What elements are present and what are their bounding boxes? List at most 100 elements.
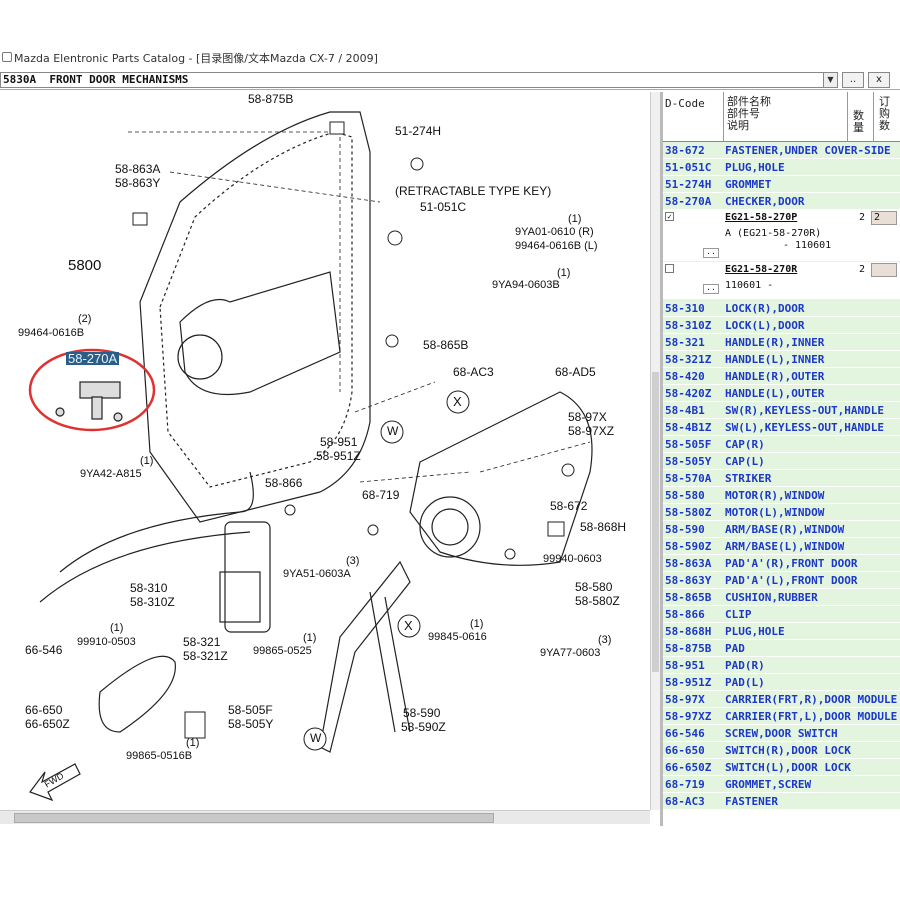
part-number-row[interactable]: EG21-58-270R 2 110601 - ..	[663, 262, 900, 300]
callout-9ya01-0610[interactable]: 9YA01-0610 (R)	[515, 226, 594, 239]
chevron-down-icon[interactable]: ▼	[823, 73, 837, 87]
table-row[interactable]: 58-580Z MOTOR(L),WINDOW	[663, 504, 900, 521]
table-row[interactable]: 58-321 HANDLE(R),INNER	[663, 334, 900, 351]
table-row[interactable]: 58-570A STRIKER	[663, 470, 900, 487]
order-qty-input[interactable]: 2	[871, 211, 897, 225]
table-row-selected[interactable]: 58-270A CHECKER,DOOR	[663, 193, 900, 210]
nav-button[interactable]: ..	[842, 72, 864, 88]
callout-58-865b[interactable]: 58-865B	[423, 339, 468, 352]
callout-58-590[interactable]: 58-590	[403, 707, 440, 720]
callout-58-310[interactable]: 58-310	[130, 582, 167, 595]
parts-diagram[interactable]: 58-875B 51-274H 58-863A 58-863Y (RETRACT…	[0, 92, 650, 810]
table-row[interactable]: 58-590 ARM/BASE(R),WINDOW	[663, 521, 900, 538]
order-qty-input[interactable]	[871, 263, 897, 277]
select-checkbox[interactable]	[665, 264, 674, 273]
callout-qty: (1)	[303, 632, 317, 644]
table-row[interactable]: 58-951 PAD(R)	[663, 657, 900, 674]
select-checkbox[interactable]: ✓	[665, 212, 674, 221]
callout-58-505y[interactable]: 58-505Y	[228, 718, 273, 731]
table-row[interactable]: 58-420 HANDLE(R),OUTER	[663, 368, 900, 385]
scrollbar-thumb[interactable]	[652, 372, 659, 672]
callout-68-719[interactable]: 68-719	[362, 489, 399, 502]
callout-58-97x[interactable]: 58-97X	[568, 411, 607, 424]
callout-58-951[interactable]: 58-951	[320, 436, 357, 449]
diagram-vertical-scrollbar[interactable]	[650, 92, 660, 810]
callout-99865-0525[interactable]: 99865-0525	[253, 645, 312, 658]
callout-58-580[interactable]: 58-580	[575, 581, 612, 594]
callout-58-310z[interactable]: 58-310Z	[130, 596, 175, 609]
callout-9ya94-0603b[interactable]: 9YA94-0603B	[492, 279, 560, 292]
table-row[interactable]: 58-97XZ CARRIER(FRT,L),DOOR MODULE	[663, 708, 900, 725]
callout-58-863a[interactable]: 58-863A	[115, 163, 160, 176]
table-row[interactable]: 58-4B1Z SW(L),KEYLESS-OUT,HANDLE	[663, 419, 900, 436]
table-row[interactable]: 58-590Z ARM/BASE(L),WINDOW	[663, 538, 900, 555]
callout-58-866[interactable]: 58-866	[265, 477, 302, 490]
callout-58-97xz[interactable]: 58-97XZ	[568, 425, 614, 438]
callout-qty: (1)	[470, 618, 484, 630]
table-row[interactable]: 58-97X CARRIER(FRT,R),DOOR MODULE	[663, 691, 900, 708]
callout-58-321z[interactable]: 58-321Z	[183, 650, 228, 663]
callout-99865-0516b[interactable]: 99865-0516B	[126, 750, 192, 763]
table-row[interactable]: 58-866 CLIP	[663, 606, 900, 623]
close-button[interactable]: x	[868, 72, 890, 88]
table-row[interactable]: 58-863Y PAD'A'(L),FRONT DOOR	[663, 572, 900, 589]
callout-99464-0616b[interactable]: 99464-0616B	[18, 327, 84, 340]
table-row[interactable]: 58-505Y CAP(L)	[663, 453, 900, 470]
marker-x: X	[404, 618, 413, 633]
table-row[interactable]: 58-580 MOTOR(R),WINDOW	[663, 487, 900, 504]
callout-58-580z[interactable]: 58-580Z	[575, 595, 620, 608]
callout-51-051c[interactable]: 51-051C	[420, 201, 466, 214]
table-row[interactable]: 66-650Z SWITCH(L),DOOR LOCK	[663, 759, 900, 776]
table-row[interactable]: 58-321Z HANDLE(L),INNER	[663, 351, 900, 368]
table-row[interactable]: 58-420Z HANDLE(L),OUTER	[663, 385, 900, 402]
callout-9ya77-0603[interactable]: 9YA77-0603	[540, 647, 600, 660]
more-button[interactable]: ..	[703, 248, 719, 258]
more-button[interactable]: ..	[703, 284, 719, 294]
callout-68-ad5[interactable]: 68-AD5	[555, 366, 596, 379]
callout-99464-0616b-l[interactable]: 99464-0616B (L)	[515, 240, 598, 253]
table-row[interactable]: 51-274H GROMMET	[663, 176, 900, 193]
callout-58-321[interactable]: 58-321	[183, 636, 220, 649]
callout-58-505f[interactable]: 58-505F	[228, 704, 273, 717]
callout-9ya51-0603a[interactable]: 9YA51-0603A	[283, 568, 351, 581]
table-row[interactable]: 68-719 GROMMET,SCREW	[663, 776, 900, 793]
callout-5800[interactable]: 5800	[68, 258, 101, 273]
callout-58-875b[interactable]: 58-875B	[248, 93, 293, 106]
callout-51-274h[interactable]: 51-274H	[395, 125, 441, 138]
table-row[interactable]: 58-863A PAD'A'(R),FRONT DOOR	[663, 555, 900, 572]
header-dcode[interactable]: D-Code	[665, 98, 705, 110]
header-order-3: 数	[879, 119, 890, 132]
callout-58-863y[interactable]: 58-863Y	[115, 177, 160, 190]
callout-66-546[interactable]: 66-546	[25, 644, 62, 657]
callout-99910-0503[interactable]: 99910-0503	[77, 636, 136, 649]
callout-9ya42-a815[interactable]: 9YA42-A815	[80, 468, 142, 481]
table-row[interactable]: 58-865B CUSHION,RUBBER	[663, 589, 900, 606]
table-row[interactable]: 58-951Z PAD(L)	[663, 674, 900, 691]
callout-58-951z[interactable]: 58-951Z	[316, 450, 361, 463]
callout-99940-0603[interactable]: 99940-0603	[543, 553, 602, 566]
part-number-row[interactable]: ✓ EG21-58-270P 2 2 A (EG21-58-270R) - 11…	[663, 210, 900, 262]
callout-68-ac3[interactable]: 68-AC3	[453, 366, 494, 379]
callout-58-868h[interactable]: 58-868H	[580, 521, 626, 534]
diagram-horizontal-scrollbar[interactable]	[0, 810, 650, 824]
callout-58-590z[interactable]: 58-590Z	[401, 721, 446, 734]
group-select[interactable]: 5830A FRONT DOOR MECHANISMS ▼	[0, 72, 838, 88]
table-row[interactable]: 66-546 SCREW,DOOR SWITCH	[663, 725, 900, 742]
callout-66-650[interactable]: 66-650	[25, 704, 62, 717]
table-row[interactable]: 58-875B PAD	[663, 640, 900, 657]
table-row[interactable]: 58-310 LOCK(R),DOOR	[663, 300, 900, 317]
callout-qty: (1)	[110, 622, 124, 634]
table-row[interactable]: 58-4B1 SW(R),KEYLESS-OUT,HANDLE	[663, 402, 900, 419]
scrollbar-thumb[interactable]	[14, 813, 494, 823]
table-row[interactable]: 58-310Z LOCK(L),DOOR	[663, 317, 900, 334]
callout-58-270a-highlighted[interactable]: 58-270A	[66, 352, 120, 365]
callout-58-672[interactable]: 58-672	[550, 500, 587, 513]
table-row[interactable]: 58-868H PLUG,HOLE	[663, 623, 900, 640]
table-row[interactable]: 66-650 SWITCH(R),DOOR LOCK	[663, 742, 900, 759]
table-row[interactable]: 38-672 FASTENER,UNDER COVER-SIDE	[663, 142, 900, 159]
table-row[interactable]: 51-051C PLUG,HOLE	[663, 159, 900, 176]
table-row[interactable]: 58-505F CAP(R)	[663, 436, 900, 453]
table-row[interactable]: 68-AC3 FASTENER	[663, 793, 900, 810]
callout-99845-0616[interactable]: 99845-0616	[428, 631, 487, 644]
callout-66-650z[interactable]: 66-650Z	[25, 718, 70, 731]
